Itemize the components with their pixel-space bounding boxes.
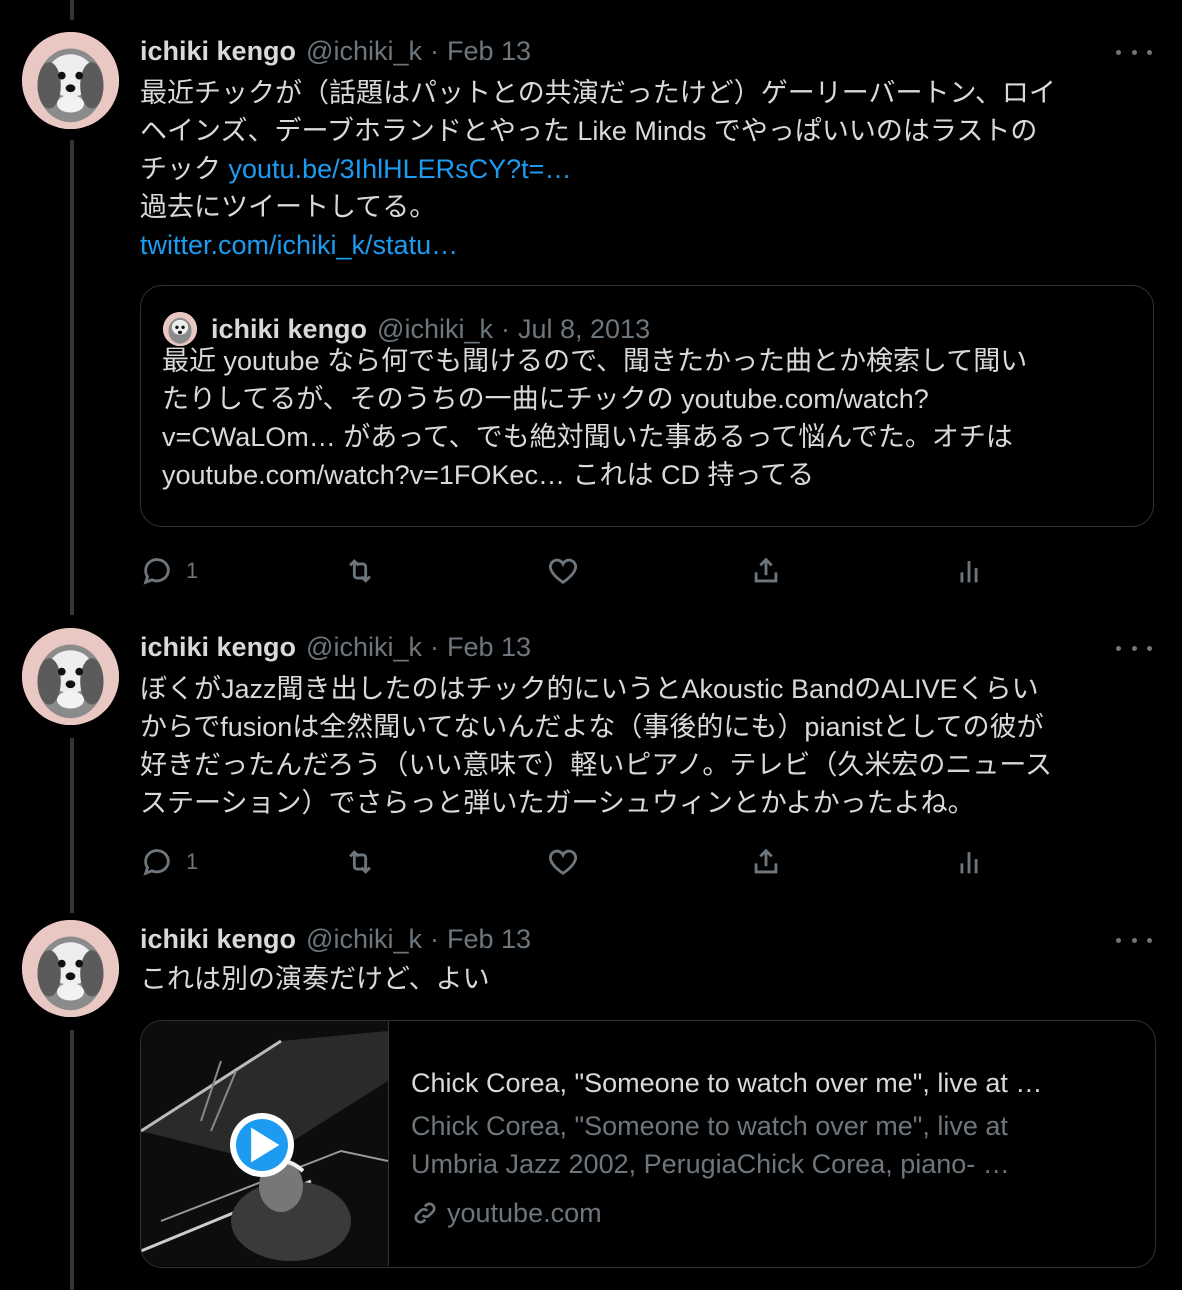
tweet-header: ichiki kengo @ichiki_k · Feb 13 — [140, 629, 531, 665]
retweet-icon — [349, 559, 371, 583]
like-button[interactable] — [546, 842, 580, 882]
reply-button[interactable]: 1 — [140, 551, 198, 591]
more-dots-icon[interactable] — [1116, 42, 1152, 62]
quote-date: Jul 8, 2013 — [517, 313, 651, 344]
link-icon — [414, 1202, 436, 1224]
analytics-icon — [960, 852, 978, 874]
play-icon[interactable] — [230, 1113, 294, 1177]
tweet-text-line: 最近チックが（話題はパットとの共演だったけど）ゲーリーバートン、ロイ — [140, 78, 1056, 108]
video-thumbnail[interactable] — [141, 1021, 389, 1266]
card-title: Chick Corea, "Someone to watch over me",… — [411, 1068, 1043, 1098]
thread-line — [70, 1030, 74, 1290]
thread-line-top — [70, 0, 74, 20]
share-button[interactable] — [749, 551, 783, 591]
separator-dot: · — [500, 313, 510, 344]
quoted-tweet[interactable]: ichiki kengo @ichiki_k · Jul 8, 2013 最近 … — [140, 285, 1154, 527]
card-description-line: Umbria Jazz 2002, PerugiaChick Corea, pi… — [411, 1149, 1010, 1179]
retweet-button[interactable] — [343, 551, 377, 591]
tweet-date[interactable]: Feb 13 — [447, 36, 531, 67]
tweet-text: ぼくがJazz聞き出したのはチック的にいうとAkoustic BandのALIV… — [140, 670, 1160, 822]
like-icon — [548, 849, 578, 876]
author-handle[interactable]: @ichiki_k — [306, 36, 422, 67]
tweet-date[interactable]: Feb 13 — [447, 632, 531, 663]
analytics-icon — [960, 561, 978, 583]
thread-line — [70, 738, 74, 913]
quote-text: 最近 youtube なら何でも聞けるので、聞きたかった曲とか検索して聞い たり… — [162, 342, 1027, 494]
tweet-text: 最近チックが（話題はパットとの共演だったけど）ゲーリーバートン、ロイ ヘインズ、… — [140, 74, 1160, 264]
tweet-text-line: チック youtu.be/3IhlHLERsCY?t=… — [140, 150, 1160, 188]
link-card[interactable]: Chick Corea, "Someone to watch over me",… — [140, 1020, 1156, 1268]
tweet-text-line: これは別の演奏だけど、よい — [140, 964, 490, 994]
author-name[interactable]: ichiki kengo — [140, 632, 296, 663]
tweet-text-line: ぼくがJazz聞き出したのはチック的にいうとAkoustic BandのALIV… — [140, 674, 1039, 704]
youtube-link[interactable]: youtu.be/3IhlHLERsCY?t=… — [229, 154, 572, 184]
tweet-text-line: twitter.com/ichiki_k/statu… — [140, 226, 1160, 264]
tweet-text-line: ステーション）でさらっと弾いたガーシュウィンとかよかったよね。 — [140, 788, 975, 818]
author-name[interactable]: ichiki kengo — [140, 36, 296, 67]
tweet-text: これは別の演奏だけど、よい — [140, 960, 1160, 998]
more-dots-icon[interactable] — [1116, 930, 1152, 950]
tweet-text-line: ヘインズ、デーブホランドとやった Like Minds でやっぱいいのはラストの — [140, 116, 1038, 146]
card-domain-text: youtube.com — [447, 1197, 602, 1228]
author-handle[interactable]: @ichiki_k — [306, 632, 422, 663]
like-icon — [548, 558, 578, 585]
separator-dot: · — [429, 631, 439, 662]
reply-button[interactable]: 1 — [140, 842, 198, 882]
quote-header: ichiki kengo @ichiki_k · Jul 8, 2013 — [163, 312, 650, 346]
avatar[interactable] — [22, 920, 119, 1017]
reply-icon — [143, 849, 170, 876]
quote-text-line: v=CWaLOm… があって、でも絶対聞いた事あるって悩んでた。オチは — [162, 422, 1013, 452]
tweet-text-line: 好きだったんだろう（いい意味で）軽いピアノ。テレビ（久米宏のニュース — [140, 750, 1053, 780]
tweet-actions: 1 — [140, 842, 1000, 882]
tweet-text-segment: チック — [140, 154, 229, 184]
tweet-header: ichiki kengo @ichiki_k · Feb 13 — [140, 921, 531, 957]
thread-line — [70, 140, 74, 615]
card-body: Chick Corea, "Someone to watch over me",… — [411, 1063, 1131, 1231]
twitter-link[interactable]: twitter.com/ichiki_k/statu… — [140, 230, 458, 260]
retweet-button[interactable] — [343, 842, 377, 882]
avatar[interactable] — [22, 628, 119, 725]
author-name[interactable]: ichiki kengo — [140, 924, 296, 955]
card-description-line: Chick Corea, "Someone to watch over me",… — [411, 1111, 1008, 1141]
card-description: Chick Corea, "Someone to watch over me",… — [411, 1107, 1131, 1183]
author-handle[interactable]: @ichiki_k — [306, 924, 422, 955]
tweet-header: ichiki kengo @ichiki_k · Feb 13 — [140, 33, 531, 69]
quote-author-name: ichiki kengo — [211, 313, 368, 344]
retweet-icon — [349, 850, 371, 874]
tweet-text-line: 過去にツイートしてる。 — [140, 192, 437, 222]
quote-text-line: 最近 youtube なら何でも聞けるので、聞きたかった曲とか検索して聞い — [162, 346, 1028, 376]
share-icon — [754, 557, 778, 583]
like-button[interactable] — [546, 551, 580, 591]
reply-count: 1 — [186, 849, 199, 874]
tweet-date[interactable]: Feb 13 — [447, 924, 531, 955]
quote-avatar — [163, 312, 197, 346]
share-icon — [754, 848, 778, 874]
share-button[interactable] — [749, 842, 783, 882]
quote-author-handle: @ichiki_k — [377, 313, 493, 344]
avatar[interactable] — [22, 32, 119, 129]
analytics-button[interactable] — [952, 842, 986, 882]
more-dots-icon[interactable] — [1116, 638, 1152, 658]
tweet-actions: 1 — [140, 551, 1000, 591]
reply-count: 1 — [186, 558, 199, 583]
reply-icon — [143, 558, 170, 585]
card-domain: youtube.com — [411, 1195, 1131, 1231]
separator-dot: · — [429, 35, 439, 66]
tweet-text-line: からでfusionは全然聞いてないんだよな（事後的にも）pianistとしての彼… — [140, 712, 1044, 742]
quote-text-line: youtube.com/watch?v=1FOKec… これは CD 持ってる — [162, 460, 815, 490]
analytics-button[interactable] — [952, 551, 986, 591]
quote-text-line: たりしてるが、そのうちの一曲にチックの youtube.com/watch? — [162, 384, 929, 414]
separator-dot: · — [429, 923, 439, 954]
